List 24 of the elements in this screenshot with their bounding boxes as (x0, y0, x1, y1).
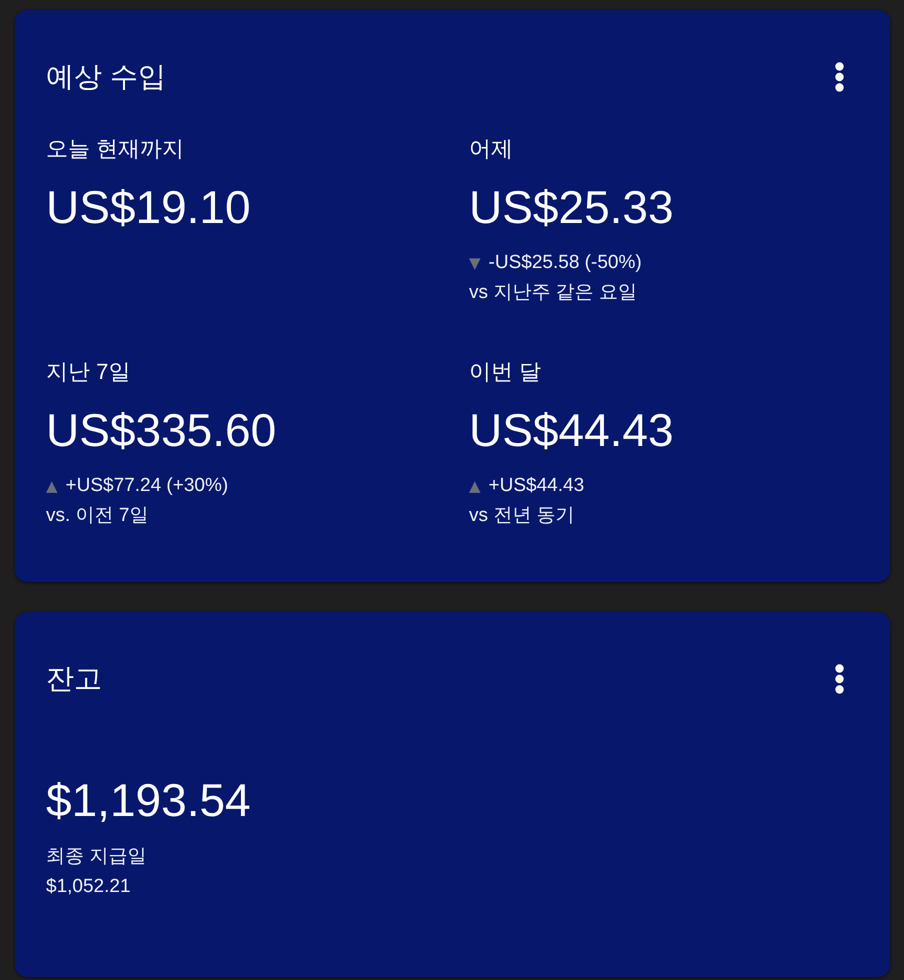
stat-value: US$335.60 (46, 403, 276, 458)
stat-value: US$25.33 (469, 180, 674, 235)
comparison-text: vs. 이전 7일 (46, 504, 148, 528)
stat-label: 어제 (469, 135, 513, 163)
stat-label: 이번 달 (469, 358, 542, 386)
stat-value: US$19.10 (46, 180, 251, 235)
change-amount: +US$44.43 (488, 474, 584, 498)
triangle-icon: ▲ (469, 477, 481, 495)
card-title: 잔고 (46, 663, 102, 695)
more-options-icon[interactable] (835, 62, 844, 92)
stat-value: US$44.43 (469, 403, 674, 458)
last-payment-label: 최종 지급일 (46, 845, 146, 869)
change-amount: +US$77.24 (+30%) (66, 474, 228, 498)
more-options-icon[interactable] (835, 664, 844, 694)
card-title: 예상 수입 (46, 61, 166, 93)
stat-label: 지난 7일 (46, 358, 130, 386)
comparison-text: vs 전년 동기 (469, 504, 575, 528)
stat-label: 오늘 현재까지 (46, 135, 184, 163)
balance-amount: $1,193.54 (46, 773, 251, 828)
comparison-text: vs 지난주 같은 요일 (469, 281, 637, 305)
triangle-icon: ▼ (469, 254, 481, 272)
last-payment-amount: $1,052.21 (46, 875, 131, 899)
change-amount: -US$25.58 (-50%) (488, 251, 642, 275)
triangle-icon: ▲ (46, 477, 58, 495)
